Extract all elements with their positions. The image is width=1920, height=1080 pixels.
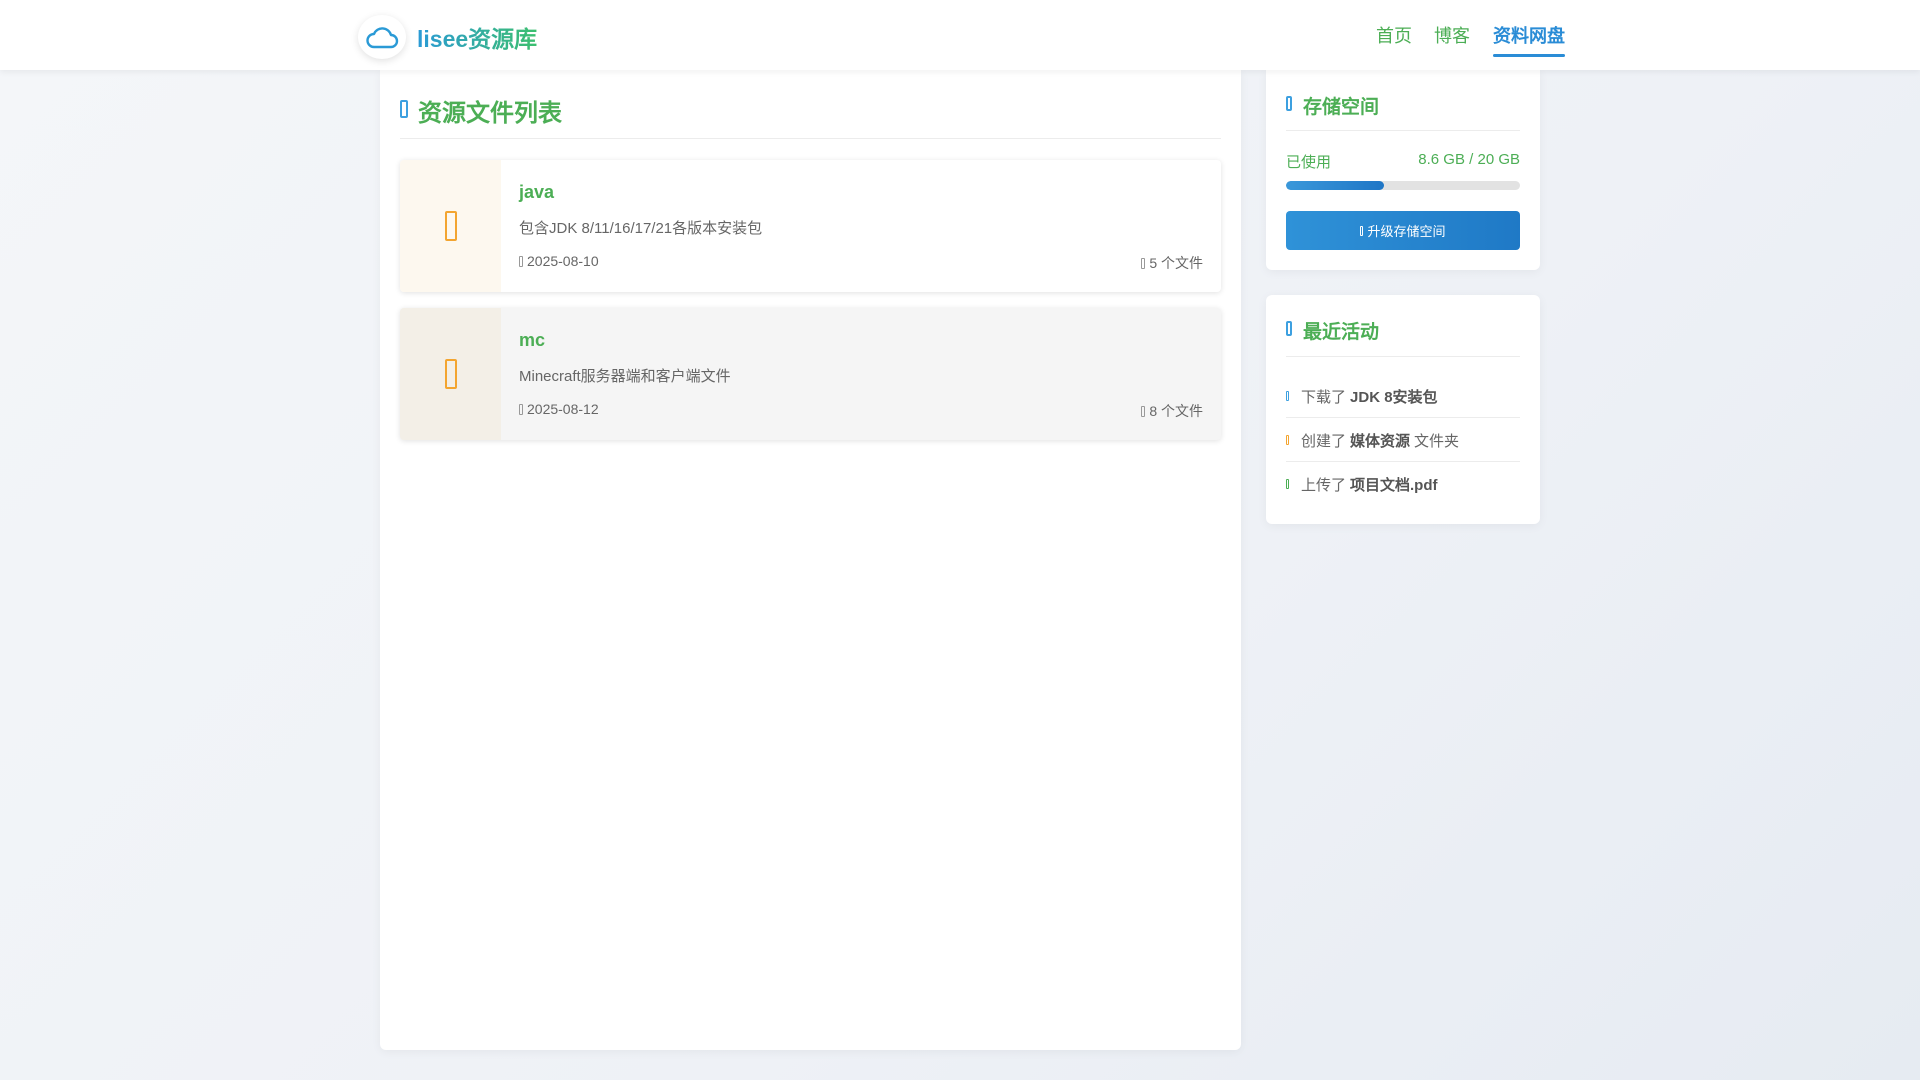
folder-file-count: 8 个文件 bbox=[1141, 401, 1203, 421]
folder-file-count-text: 5 个文件 bbox=[1149, 255, 1203, 271]
upload-icon bbox=[1286, 479, 1289, 489]
calendar-icon bbox=[519, 403, 523, 415]
activity-action: 创建了 bbox=[1301, 432, 1347, 450]
recent-activity-card: 最近活动 下载了 JDK 8安装包 创建了 媒体资源 文件夹 上传了 项目文档.… bbox=[1266, 295, 1540, 524]
folder-thumb bbox=[400, 160, 501, 292]
activity-title: 最近活动 bbox=[1303, 322, 1380, 343]
activity-action: 上传了 bbox=[1301, 476, 1347, 494]
top-navbar: lisee资源库 首页 博客 资料网盘 bbox=[0, 0, 1920, 70]
file-list-panel: 资源文件列表 java 包含JDK 8/11/16/17/21各版本安装包 20… bbox=[380, 70, 1241, 1050]
activity-target: JDK 8安装包 bbox=[1350, 388, 1438, 406]
folder-open-icon bbox=[400, 100, 408, 118]
folder-plus-icon bbox=[1286, 435, 1289, 445]
folder-date: 2025-08-12 bbox=[519, 401, 599, 417]
storage-title: 存储空间 bbox=[1303, 97, 1380, 118]
folder-file-count-text: 8 个文件 bbox=[1149, 403, 1203, 419]
cloud-logo-icon[interactable] bbox=[358, 15, 406, 59]
upgrade-storage-label: 升级存储空间 bbox=[1367, 224, 1446, 239]
calendar-icon bbox=[519, 255, 523, 267]
nav-home[interactable]: 首页 bbox=[1376, 22, 1412, 48]
activity-action: 下载了 bbox=[1301, 388, 1347, 406]
folder-icon bbox=[444, 359, 457, 389]
folder-date-text: 2025-08-10 bbox=[527, 253, 599, 269]
storage-used-value: 8.6 GB / 20 GB bbox=[1418, 151, 1520, 168]
database-icon bbox=[1286, 96, 1292, 111]
nav-blog[interactable]: 博客 bbox=[1434, 22, 1470, 48]
activity-target: 媒体资源 bbox=[1350, 432, 1411, 450]
activity-item: 下载了 JDK 8安装包 bbox=[1286, 374, 1520, 418]
file-icon bbox=[1141, 405, 1146, 417]
folder-file-count: 5 个文件 bbox=[1141, 253, 1203, 273]
divider bbox=[1286, 130, 1520, 131]
page-title: 资源文件列表 bbox=[418, 100, 562, 127]
nav-resource-disk[interactable]: 资料网盘 bbox=[1493, 22, 1565, 57]
divider bbox=[1286, 356, 1520, 357]
history-icon bbox=[1286, 321, 1292, 336]
file-icon bbox=[1141, 257, 1146, 269]
storage-progress-fill bbox=[1286, 181, 1385, 190]
activity-target: 项目文档.pdf bbox=[1350, 476, 1438, 494]
folder-card-java[interactable]: java 包含JDK 8/11/16/17/21各版本安装包 2025-08-1… bbox=[400, 160, 1221, 292]
folder-name[interactable]: mc bbox=[519, 330, 545, 351]
upgrade-storage-button[interactable]: 升级存储空间 bbox=[1286, 211, 1520, 250]
activity-suffix: 文件夹 bbox=[1414, 432, 1460, 450]
folder-description: 包含JDK 8/11/16/17/21各版本安装包 bbox=[519, 220, 763, 237]
folder-card-mc[interactable]: mc Minecraft服务器端和客户端文件 2025-08-12 8 个文件 bbox=[400, 308, 1221, 440]
activity-item: 上传了 项目文档.pdf bbox=[1286, 462, 1520, 506]
folder-date: 2025-08-10 bbox=[519, 253, 599, 269]
folder-name[interactable]: java bbox=[519, 182, 554, 203]
folder-thumb bbox=[400, 308, 501, 440]
folder-date-text: 2025-08-12 bbox=[527, 401, 599, 417]
activity-item: 创建了 媒体资源 文件夹 bbox=[1286, 418, 1520, 462]
folder-description: Minecraft服务器端和客户端文件 bbox=[519, 368, 731, 385]
upgrade-icon bbox=[1360, 225, 1364, 236]
divider bbox=[400, 138, 1221, 139]
storage-used-label: 已使用 bbox=[1286, 154, 1332, 171]
download-icon bbox=[1286, 391, 1289, 401]
storage-card: 存储空间 已使用 8.6 GB / 20 GB 升级存储空间 bbox=[1266, 70, 1540, 270]
folder-icon bbox=[444, 211, 457, 241]
storage-progress-bar bbox=[1286, 181, 1520, 190]
brand-title[interactable]: lisee资源库 bbox=[417, 20, 537, 54]
